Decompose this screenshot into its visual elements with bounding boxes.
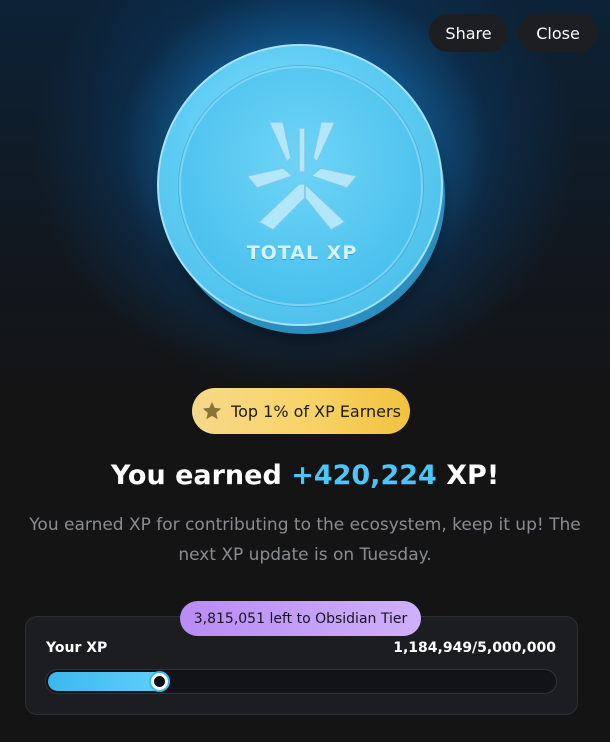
xp-progress-values: 1,184,949/5,000,000 (393, 640, 556, 656)
xp-earned-headline: You earned +420,224 XP! (0, 460, 610, 491)
xp-progress-fill (48, 672, 168, 691)
xp-description: You earned XP for contributing to the ec… (0, 510, 610, 570)
xp-earned-amount: +420,224 (291, 460, 437, 491)
tier-remaining-pill: 3,815,051 left to Obsidian Tier (180, 601, 421, 636)
xp-progress-knob (151, 673, 168, 690)
xp-progress-bar (45, 669, 557, 694)
close-button[interactable]: Close (518, 14, 598, 52)
total-xp-coin: TOTAL XP (157, 44, 449, 334)
xp-description-line-1: You earned XP for contributing to the ec… (29, 515, 581, 535)
coin-face: TOTAL XP (157, 44, 443, 326)
xp-description-line-2: next XP update is on Tuesday. (178, 545, 432, 565)
coin-label: TOTAL XP (246, 242, 358, 264)
badge-text: Top 1% of XP Earners (231, 401, 401, 421)
top-earner-badge: Top 1% of XP Earners (192, 388, 410, 434)
star-icon (202, 401, 222, 420)
headline-suffix: XP! (436, 460, 500, 491)
your-xp-label: Your XP (46, 640, 108, 656)
xp-logo-icon (245, 121, 359, 231)
headline-prefix: You earned (110, 460, 292, 491)
